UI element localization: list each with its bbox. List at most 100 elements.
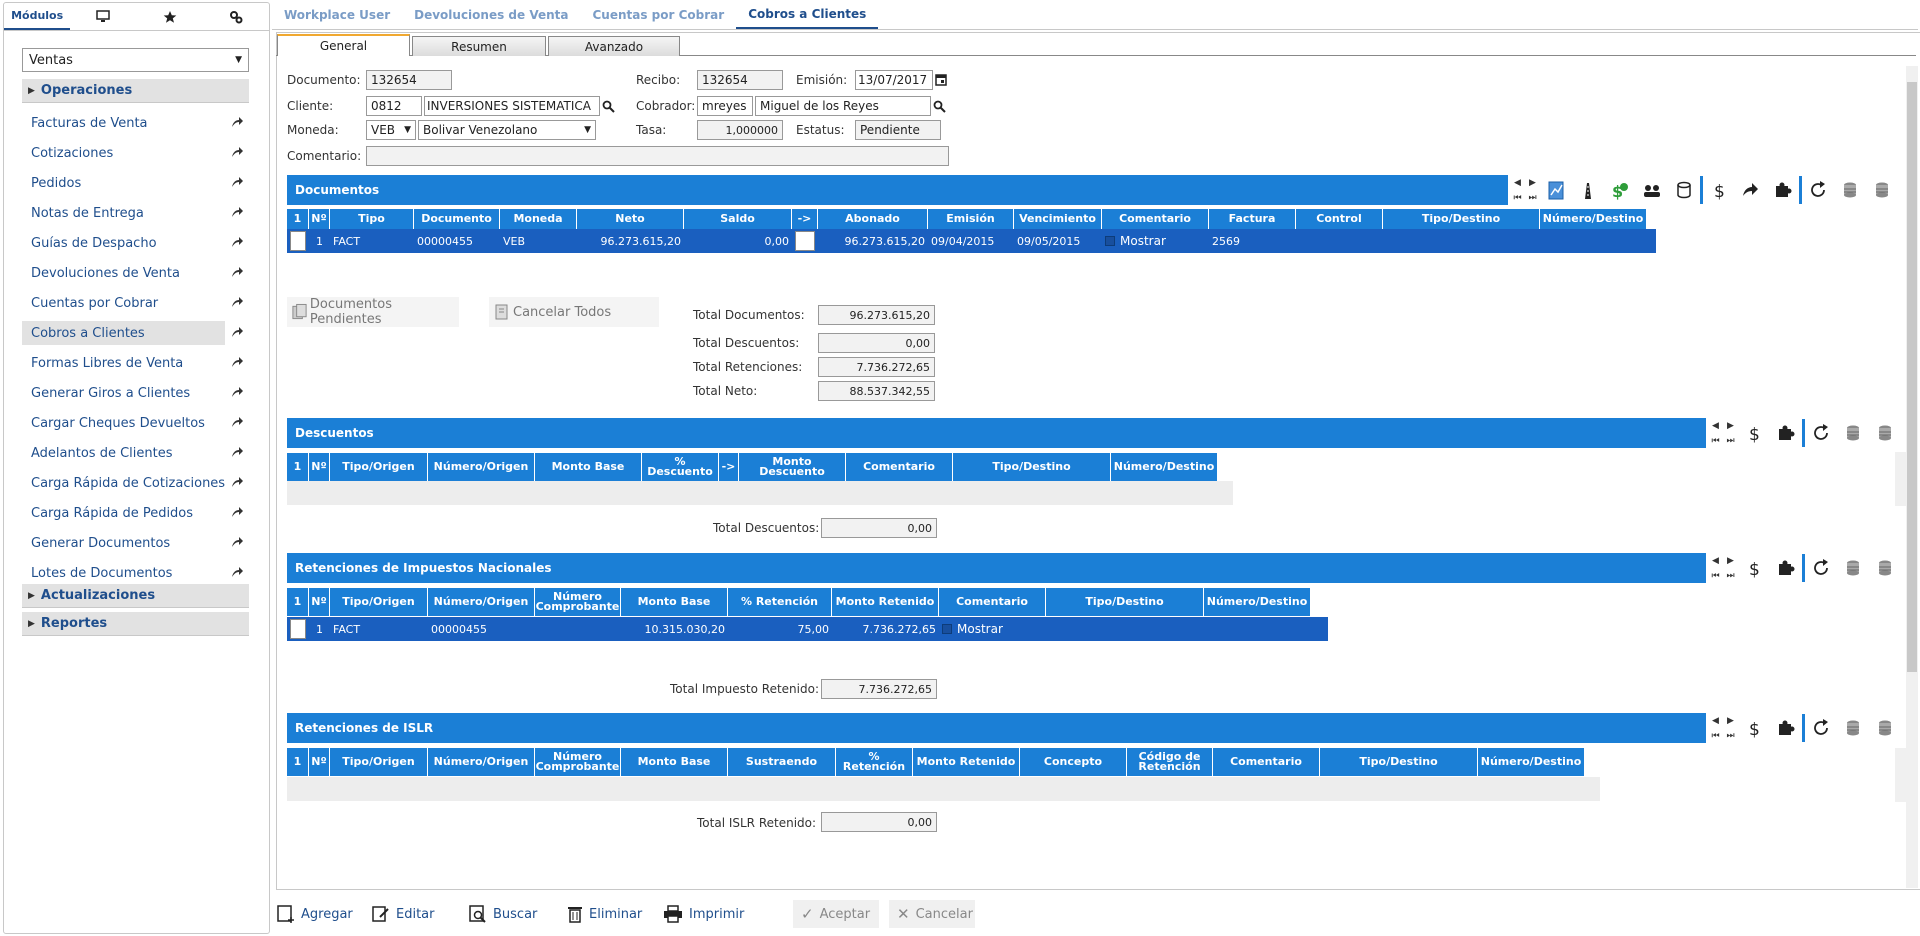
last-icon[interactable]: ⏭: [1726, 571, 1734, 581]
column-header[interactable]: Saldo: [684, 209, 792, 229]
agregar-button[interactable]: Agregar: [277, 900, 353, 928]
database-button[interactable]: [1668, 175, 1700, 205]
column-header[interactable]: Número/Destino: [1111, 453, 1218, 481]
share-arrow-icon[interactable]: [230, 385, 244, 399]
sidebar-item-pedidos[interactable]: Pedidos: [22, 171, 249, 195]
sidebar-item-formas-libres-de-venta[interactable]: Formas Libres de Venta: [22, 351, 249, 375]
tab-workplace-user[interactable]: Workplace User: [272, 1, 402, 29]
refresh-button[interactable]: [1802, 175, 1834, 205]
db-stack-button[interactable]: [1869, 553, 1901, 583]
column-header[interactable]: Número/Destino: [1540, 209, 1647, 229]
next-icon[interactable]: ▶: [1727, 421, 1734, 431]
last-icon[interactable]: ⏭: [1726, 436, 1734, 446]
column-header[interactable]: 1: [287, 209, 309, 229]
puzzle-button[interactable]: [1770, 553, 1802, 583]
column-header[interactable]: 1: [287, 588, 309, 616]
share-arrow-icon[interactable]: [230, 205, 244, 219]
row-checkbox-cell[interactable]: [287, 229, 309, 253]
tab-settings[interactable]: [203, 3, 269, 30]
sidebar-item-cuentas-por-cobrar[interactable]: Cuentas por Cobrar: [22, 291, 249, 315]
moneda-name-select[interactable]: Bolivar Venezolano ▼: [418, 120, 596, 140]
sidebar-item-lotes-de-documentos[interactable]: Lotes de Documentos: [22, 561, 249, 585]
table-row[interactable]: 1 FACT 00000455 10.315.030,20 75,00 7.73…: [287, 617, 1328, 641]
column-header[interactable]: Sustraendo: [728, 748, 836, 776]
column-header[interactable]: Nº: [309, 588, 330, 616]
section-operaciones[interactable]: ▶ Operaciones: [22, 79, 249, 103]
column-header[interactable]: Nº: [309, 453, 330, 481]
db-stack-button[interactable]: [1869, 713, 1901, 743]
cobrador-code-field[interactable]: mreyes: [697, 96, 753, 116]
dollar-button[interactable]: $: [1738, 713, 1770, 743]
column-header[interactable]: Comentario: [846, 453, 953, 481]
share-arrow-icon[interactable]: [230, 475, 244, 489]
db-stack-button[interactable]: [1869, 418, 1901, 448]
column-header[interactable]: Tipo: [330, 209, 414, 229]
share-arrow-icon[interactable]: [230, 145, 244, 159]
next-icon[interactable]: ▶: [1727, 556, 1734, 566]
users-button[interactable]: [1636, 175, 1668, 205]
cell-comentario[interactable]: Mostrar: [1102, 229, 1209, 253]
report-button[interactable]: [1540, 175, 1572, 205]
column-header[interactable]: % Retención: [728, 588, 832, 616]
puzzle-button[interactable]: [1770, 418, 1802, 448]
prev-icon[interactable]: ◀: [1712, 556, 1719, 566]
share-arrow-icon[interactable]: [230, 115, 244, 129]
tab-favorites[interactable]: [137, 3, 203, 30]
calendar-icon[interactable]: [935, 73, 947, 86]
search-icon[interactable]: [933, 100, 946, 113]
money-green-button[interactable]: $: [1604, 175, 1636, 205]
column-header[interactable]: ->: [792, 209, 818, 229]
first-icon[interactable]: ⏮: [1711, 571, 1719, 581]
cliente-code-field[interactable]: 0812: [366, 96, 422, 116]
record-navigation[interactable]: ◀ ▶ ⏮ ⏭: [1708, 553, 1738, 583]
row-checkbox[interactable]: [795, 231, 815, 251]
column-header[interactable]: Emisión: [928, 209, 1014, 229]
column-header[interactable]: Tipo/Destino: [953, 453, 1111, 481]
sidebar-item-generar-documentos[interactable]: Generar Documentos: [22, 531, 249, 555]
row-checkbox-cell[interactable]: [792, 229, 818, 253]
sidebar-item-adelantos-de-clientes[interactable]: Adelantos de Clientes: [22, 441, 249, 465]
row-checkbox[interactable]: [290, 231, 306, 251]
column-header[interactable]: 1: [287, 748, 309, 776]
share-arrow-icon[interactable]: [230, 265, 244, 279]
next-icon[interactable]: ▶: [1727, 716, 1734, 726]
column-header[interactable]: Tipo/Destino: [1383, 209, 1540, 229]
tab-cuentas-por-cobrar[interactable]: Cuentas por Cobrar: [580, 1, 736, 29]
sidebar-item-notas-de-entrega[interactable]: Notas de Entrega: [22, 201, 249, 225]
emision-field[interactable]: 13/07/2017: [855, 70, 933, 90]
share-arrow-icon[interactable]: [230, 325, 244, 339]
prev-icon[interactable]: ◀: [1514, 178, 1521, 188]
share-arrow-icon[interactable]: [230, 235, 244, 249]
road-button[interactable]: [1572, 175, 1604, 205]
share-arrow-icon[interactable]: [230, 505, 244, 519]
db-stack-button[interactable]: [1834, 175, 1866, 205]
share-arrow-icon[interactable]: [230, 535, 244, 549]
column-header[interactable]: % Retención: [836, 748, 913, 776]
puzzle-button[interactable]: [1770, 713, 1802, 743]
tab-monitor[interactable]: [70, 3, 136, 30]
sidebar-item-cotizaciones[interactable]: Cotizaciones: [22, 141, 249, 165]
column-header[interactable]: Número Comprobante: [535, 748, 621, 776]
row-checkbox-cell[interactable]: [287, 617, 309, 641]
share-arrow-icon[interactable]: [230, 415, 244, 429]
column-header[interactable]: Número/Destino: [1204, 588, 1311, 616]
tab-devoluciones-de-venta[interactable]: Devoluciones de Venta: [402, 1, 580, 29]
module-select[interactable]: Ventas ▼: [22, 48, 249, 72]
column-header[interactable]: Tipo/Destino: [1046, 588, 1204, 616]
sidebar-item-cobros-a-clientes[interactable]: Cobros a Clientes: [22, 321, 225, 345]
search-icon[interactable]: [602, 100, 615, 113]
column-header[interactable]: Documento: [414, 209, 500, 229]
forward-button[interactable]: [1735, 175, 1767, 205]
column-header[interactable]: 1: [287, 453, 309, 481]
tab-cobros-a-clientes[interactable]: Cobros a Clientes: [736, 1, 879, 29]
dollar-button[interactable]: $: [1703, 175, 1735, 205]
comentario-field[interactable]: [366, 146, 949, 166]
cell-comentario[interactable]: Mostrar: [939, 617, 1046, 641]
next-icon[interactable]: ▶: [1529, 178, 1536, 188]
column-header[interactable]: % Descuento: [642, 453, 719, 481]
column-header[interactable]: Comentario: [1213, 748, 1320, 776]
column-header[interactable]: Neto: [577, 209, 684, 229]
aceptar-button[interactable]: ✓ Aceptar: [793, 900, 879, 928]
sidebar-item-carga-rápida-de-pedidos[interactable]: Carga Rápida de Pedidos: [22, 501, 249, 525]
recibo-field[interactable]: 132654: [697, 70, 783, 90]
